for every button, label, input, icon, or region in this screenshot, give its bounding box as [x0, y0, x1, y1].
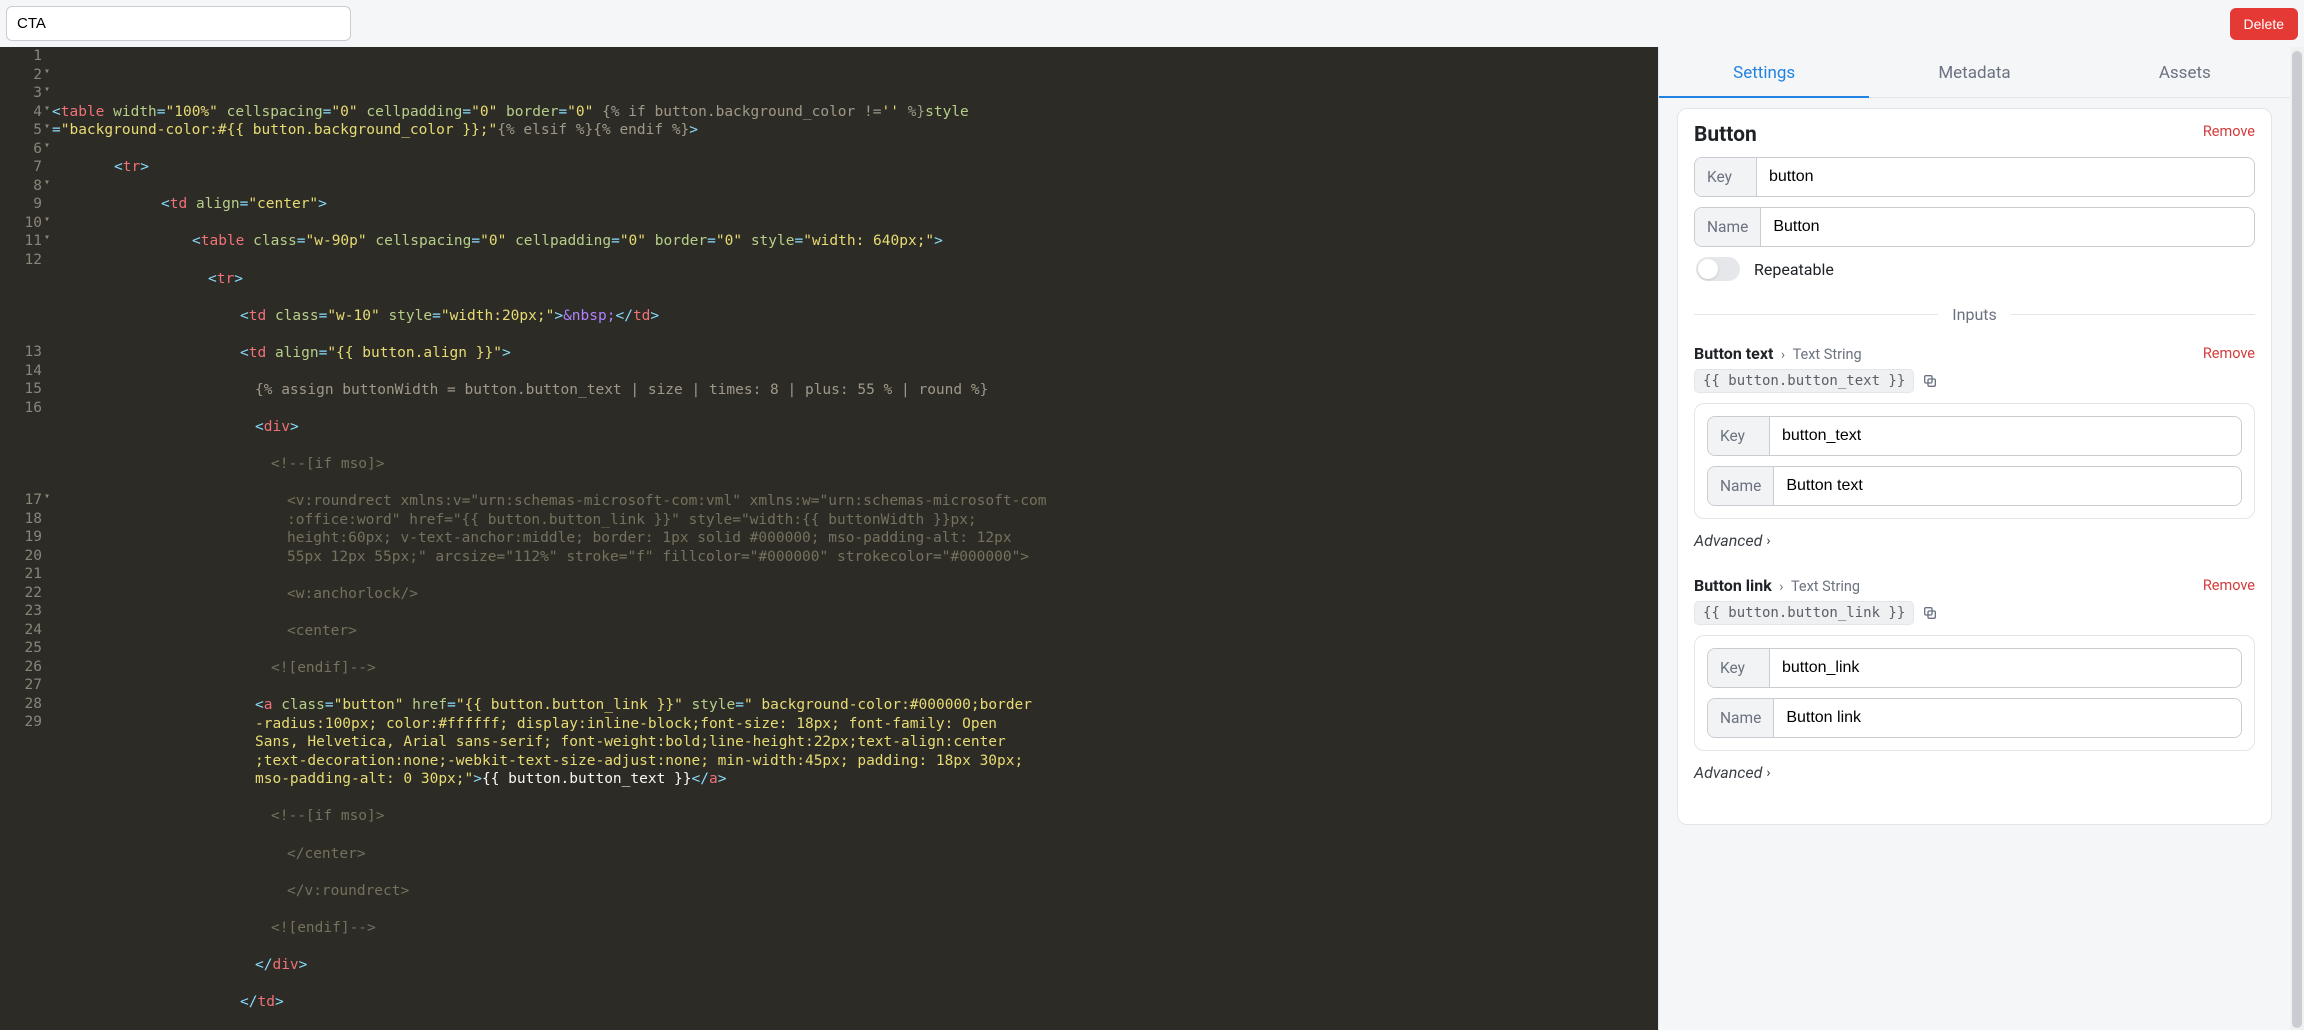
copy-icon[interactable] — [1922, 373, 1938, 389]
scroll-thumb[interactable] — [2292, 51, 2302, 1028]
repeatable-toggle[interactable] — [1696, 257, 1740, 281]
input-type-label: Text String — [1791, 578, 1860, 595]
copy-icon[interactable] — [1922, 605, 1938, 621]
chevron-right-icon: › — [1781, 347, 1785, 363]
inputs-divider: Inputs — [1694, 305, 2255, 324]
module-title: Button — [1694, 123, 1757, 147]
input-key-input[interactable] — [1770, 649, 2241, 687]
field-label-key: Key — [1695, 158, 1757, 196]
module-name-field: Name — [1694, 207, 2255, 247]
input-key-input[interactable] — [1770, 417, 2241, 455]
module-key-input[interactable] — [1757, 158, 2254, 196]
input-title: Button text — [1694, 344, 1773, 363]
input-key-field: Key — [1707, 416, 2242, 456]
input-name-field: Name — [1707, 698, 2242, 738]
input-name-field: Name — [1707, 466, 2242, 506]
input-block-button-text: Button text › Text String Remove {{ butt… — [1694, 344, 2255, 550]
tab-assets[interactable]: Assets — [2080, 47, 2290, 97]
liquid-snippet: {{ button.button_link }} — [1694, 601, 1914, 625]
code-editor[interactable]: 1 2▾ 3▾ 4▾ 5▾ 6▾ 7 8▾ 9 10▾ 11▾ 12 13 14… — [0, 47, 1658, 1030]
input-remove[interactable]: Remove — [2203, 577, 2255, 594]
liquid-snippet: {{ button.button_text }} — [1694, 369, 1914, 393]
input-name-input[interactable] — [1774, 699, 2241, 737]
delete-button[interactable]: Delete — [2230, 8, 2298, 40]
field-label-name: Name — [1695, 208, 1761, 246]
chevron-right-icon: › — [1779, 579, 1783, 595]
tabs: Settings Metadata Assets — [1659, 47, 2290, 98]
input-block-button-link: Button link › Text String Remove {{ butt… — [1694, 576, 2255, 782]
chevron-right-icon: › — [1766, 765, 1770, 781]
module-card: Button Remove Key Name Repeatable — [1677, 108, 2272, 825]
module-remove[interactable]: Remove — [2203, 123, 2255, 140]
input-name-input[interactable] — [1774, 467, 2241, 505]
advanced-toggle[interactable]: Advanced› — [1694, 763, 2255, 782]
editor-gutter: 1 2▾ 3▾ 4▾ 5▾ 6▾ 7 8▾ 9 10▾ 11▾ 12 13 14… — [0, 47, 48, 1030]
tab-settings[interactable]: Settings — [1659, 47, 1869, 97]
scrollbar[interactable] — [2290, 47, 2304, 1030]
module-name-input[interactable] — [1761, 208, 2254, 246]
tab-metadata[interactable]: Metadata — [1869, 47, 2079, 97]
chevron-right-icon: › — [1766, 533, 1770, 549]
input-key-field: Key — [1707, 648, 2242, 688]
input-remove[interactable]: Remove — [2203, 345, 2255, 362]
module-key-field: Key — [1694, 157, 2255, 197]
module-title-input[interactable] — [6, 6, 351, 41]
repeatable-label: Repeatable — [1754, 260, 1834, 279]
code-content[interactable]: <table width="100%" cellspacing="0" cell… — [48, 47, 1658, 1030]
input-title: Button link — [1694, 576, 1772, 595]
input-type-label: Text String — [1793, 346, 1862, 363]
sidebar: Settings Metadata Assets Button Remove K… — [1658, 47, 2290, 1030]
advanced-toggle[interactable]: Advanced› — [1694, 531, 2255, 550]
